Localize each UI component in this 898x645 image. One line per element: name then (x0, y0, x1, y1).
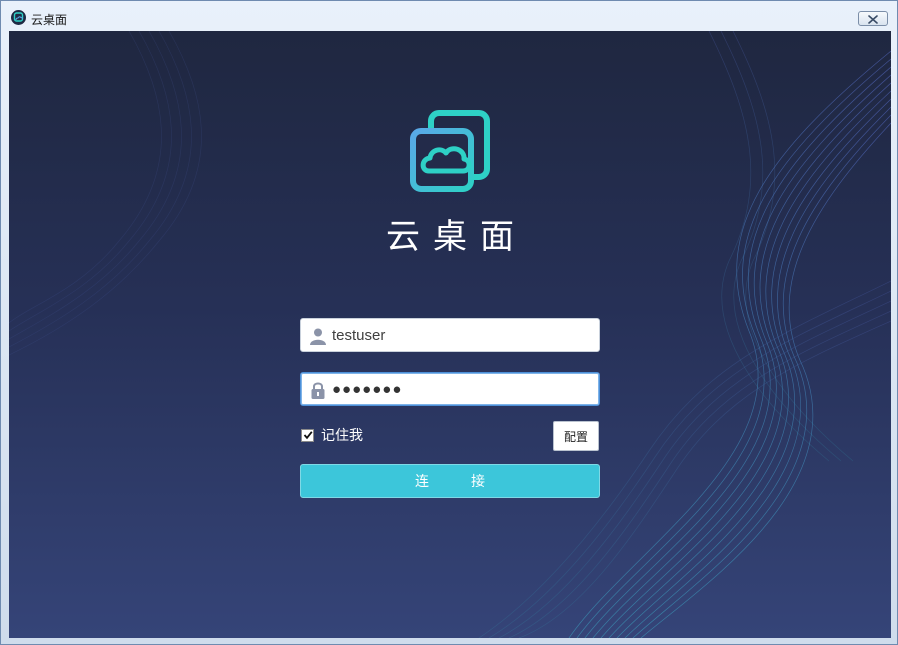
login-panel: 云桌面 testuser ●●●●●●● 记住我 配置 连接 (9, 31, 891, 638)
connect-button[interactable]: 连接 (300, 464, 600, 498)
remember-me-label: 记住我 (321, 428, 363, 444)
cloud-desktop-app-icon (11, 10, 26, 25)
username-input[interactable] (332, 319, 592, 351)
password-field[interactable] (300, 372, 600, 406)
cloud-desktop-logo-icon (409, 109, 493, 197)
remember-me-checkbox[interactable] (301, 428, 314, 442)
lock-icon (309, 381, 327, 403)
app-window: 云桌面 云桌面 testuser ●●●●●●● 记住我 配置 连接 (0, 0, 898, 645)
remember-me: 记住我 (301, 426, 363, 444)
window-bottom-border (1, 638, 897, 644)
user-icon (309, 327, 327, 349)
window-title: 云桌面 (31, 13, 68, 27)
password-input[interactable] (332, 373, 592, 405)
title-bar[interactable]: 云桌面 (1, 1, 897, 31)
close-icon (867, 9, 879, 28)
close-button[interactable] (858, 11, 888, 26)
brand-name: 云桌面 (386, 217, 527, 257)
username-field[interactable] (300, 318, 600, 352)
config-button[interactable]: 配置 (553, 421, 599, 451)
